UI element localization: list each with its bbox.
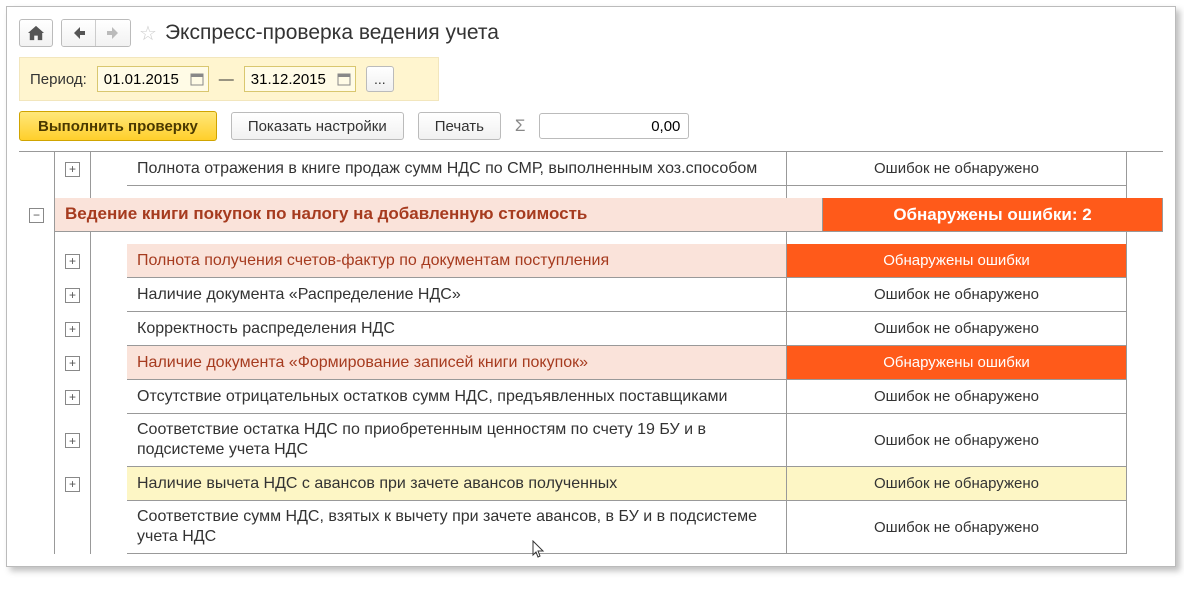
back-button[interactable] (62, 20, 96, 46)
row-desc: Соответствие остатка НДС по приобретенны… (127, 414, 787, 467)
result-row: + Наличие документа «Распределение НДС» … (19, 278, 1163, 312)
forward-button[interactable] (96, 20, 130, 46)
expand-icon[interactable]: + (65, 288, 80, 303)
date-from-field[interactable] (97, 66, 209, 92)
page-title: Экспресс-проверка ведения учета (165, 21, 499, 45)
separator (19, 186, 1163, 198)
row-desc: Корректность распределения НДС (127, 312, 787, 346)
calendar-icon[interactable] (190, 72, 204, 86)
row-desc: Полнота отражения в книге продаж сумм НД… (127, 152, 787, 186)
row-desc: Отсутствие отрицательных остатков сумм Н… (127, 380, 787, 414)
sum-field[interactable] (539, 113, 689, 139)
sigma-icon: Σ (515, 116, 526, 136)
separator (19, 232, 1163, 244)
expand-icon[interactable]: + (65, 162, 80, 177)
section-header: − Ведение книги покупок по налогу на доб… (19, 198, 1163, 232)
row-status: Обнаружены ошибки (787, 244, 1127, 278)
row-desc: Наличие документа «Формирование записей … (127, 346, 787, 380)
date-separator: — (219, 71, 234, 88)
row-status: Ошибок не обнаружено (787, 312, 1127, 346)
expand-icon[interactable]: + (65, 433, 80, 448)
result-row: + Полнота отражения в книге продаж сумм … (19, 152, 1163, 186)
section-status: Обнаружены ошибки: 2 (823, 198, 1163, 232)
arrow-left-icon (71, 26, 87, 40)
favorite-star-icon[interactable]: ☆ (139, 21, 157, 46)
result-row: + Корректность распределения НДС Ошибок … (19, 312, 1163, 346)
expand-icon[interactable]: + (65, 356, 80, 371)
result-row: + Полнота получения счетов-фактур по док… (19, 244, 1163, 278)
period-picker-button[interactable]: ... (366, 66, 394, 92)
row-status: Ошибок не обнаружено (787, 152, 1127, 186)
date-to-field[interactable] (244, 66, 356, 92)
row-desc: Наличие вычета НДС с авансов при зачете … (127, 467, 787, 501)
result-row: + Соответствие остатка НДС по приобретен… (19, 414, 1163, 467)
row-desc: Наличие документа «Распределение НДС» (127, 278, 787, 312)
row-status: Обнаружены ошибки (787, 346, 1127, 380)
arrow-right-icon (105, 26, 121, 40)
print-button[interactable]: Печать (418, 112, 501, 140)
expand-icon[interactable]: + (65, 254, 80, 269)
home-button[interactable] (19, 19, 53, 47)
date-from-input[interactable] (102, 70, 184, 89)
results-tree: + Полнота отражения в книге продаж сумм … (19, 151, 1163, 554)
row-status: Ошибок не обнаружено (787, 467, 1127, 501)
date-to-input[interactable] (249, 70, 331, 89)
result-row: + Наличие документа «Формирование записе… (19, 346, 1163, 380)
show-settings-button[interactable]: Показать настройки (231, 112, 404, 140)
collapse-icon[interactable]: − (29, 208, 44, 223)
run-check-button[interactable]: Выполнить проверку (19, 111, 217, 141)
row-status: Ошибок не обнаружено (787, 380, 1127, 414)
calendar-icon[interactable] (337, 72, 351, 86)
expand-icon[interactable]: + (65, 477, 80, 492)
section-title: Ведение книги покупок по налогу на добав… (55, 198, 823, 232)
result-row: Соответствие сумм НДС, взятых к вычету п… (19, 501, 1163, 554)
row-status: Ошибок не обнаружено (787, 278, 1127, 312)
row-desc: Соответствие сумм НДС, взятых к вычету п… (127, 501, 787, 554)
home-icon (27, 25, 45, 41)
nav-back-forward (61, 19, 131, 47)
expand-icon[interactable]: + (65, 390, 80, 405)
expand-icon[interactable]: + (65, 322, 80, 337)
period-toolbar: Период: — ... (19, 57, 439, 101)
result-row-highlighted: + Наличие вычета НДС с авансов при зачет… (19, 467, 1163, 501)
row-status: Ошибок не обнаружено (787, 414, 1127, 467)
row-status: Ошибок не обнаружено (787, 501, 1127, 554)
row-desc: Полнота получения счетов-фактур по докум… (127, 244, 787, 278)
period-label: Период: (30, 71, 87, 88)
result-row: + Отсутствие отрицательных остатков сумм… (19, 380, 1163, 414)
cursor-icon (531, 540, 549, 558)
